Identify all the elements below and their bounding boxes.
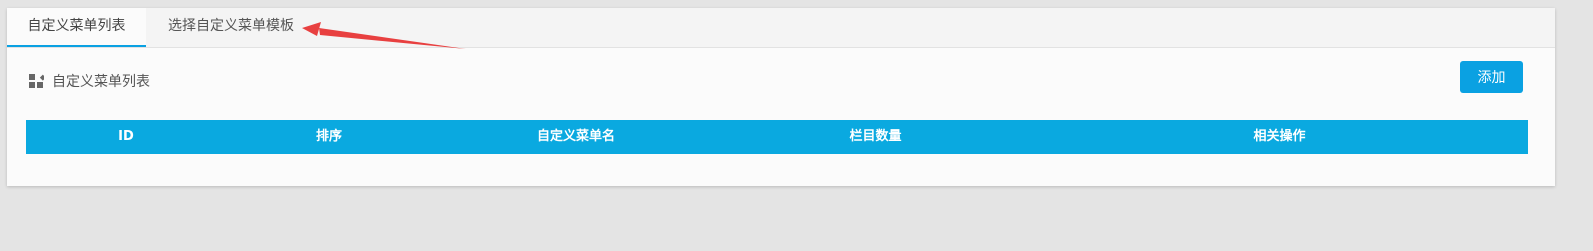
tab-bar: 自定义菜单列表 选择自定义菜单模板 (7, 8, 1555, 48)
section-title: 自定义菜单列表 (52, 74, 150, 90)
section-header: 自定义菜单列表 (28, 72, 150, 90)
tab-choose-menu-template[interactable]: 选择自定义菜单模板 (146, 8, 316, 47)
column-header-sort: 排序 (315, 129, 342, 144)
column-header-actions: 相关操作 (1253, 129, 1306, 144)
tab-custom-menu-list[interactable]: 自定义菜单列表 (7, 8, 146, 47)
table-header: ID 排序 自定义菜单名 栏目数量 相关操作 (26, 120, 1528, 154)
menu-panel: 自定义菜单列表 选择自定义菜单模板 自定义菜单列表 添加 ID 排序 自定义菜单… (7, 8, 1555, 186)
grid-icon (28, 73, 44, 89)
add-button[interactable]: 添加 (1460, 61, 1523, 93)
column-header-id: ID (118, 129, 134, 144)
column-header-menu-name: 自定义菜单名 (536, 129, 615, 144)
column-header-column-count: 栏目数量 (849, 129, 902, 144)
